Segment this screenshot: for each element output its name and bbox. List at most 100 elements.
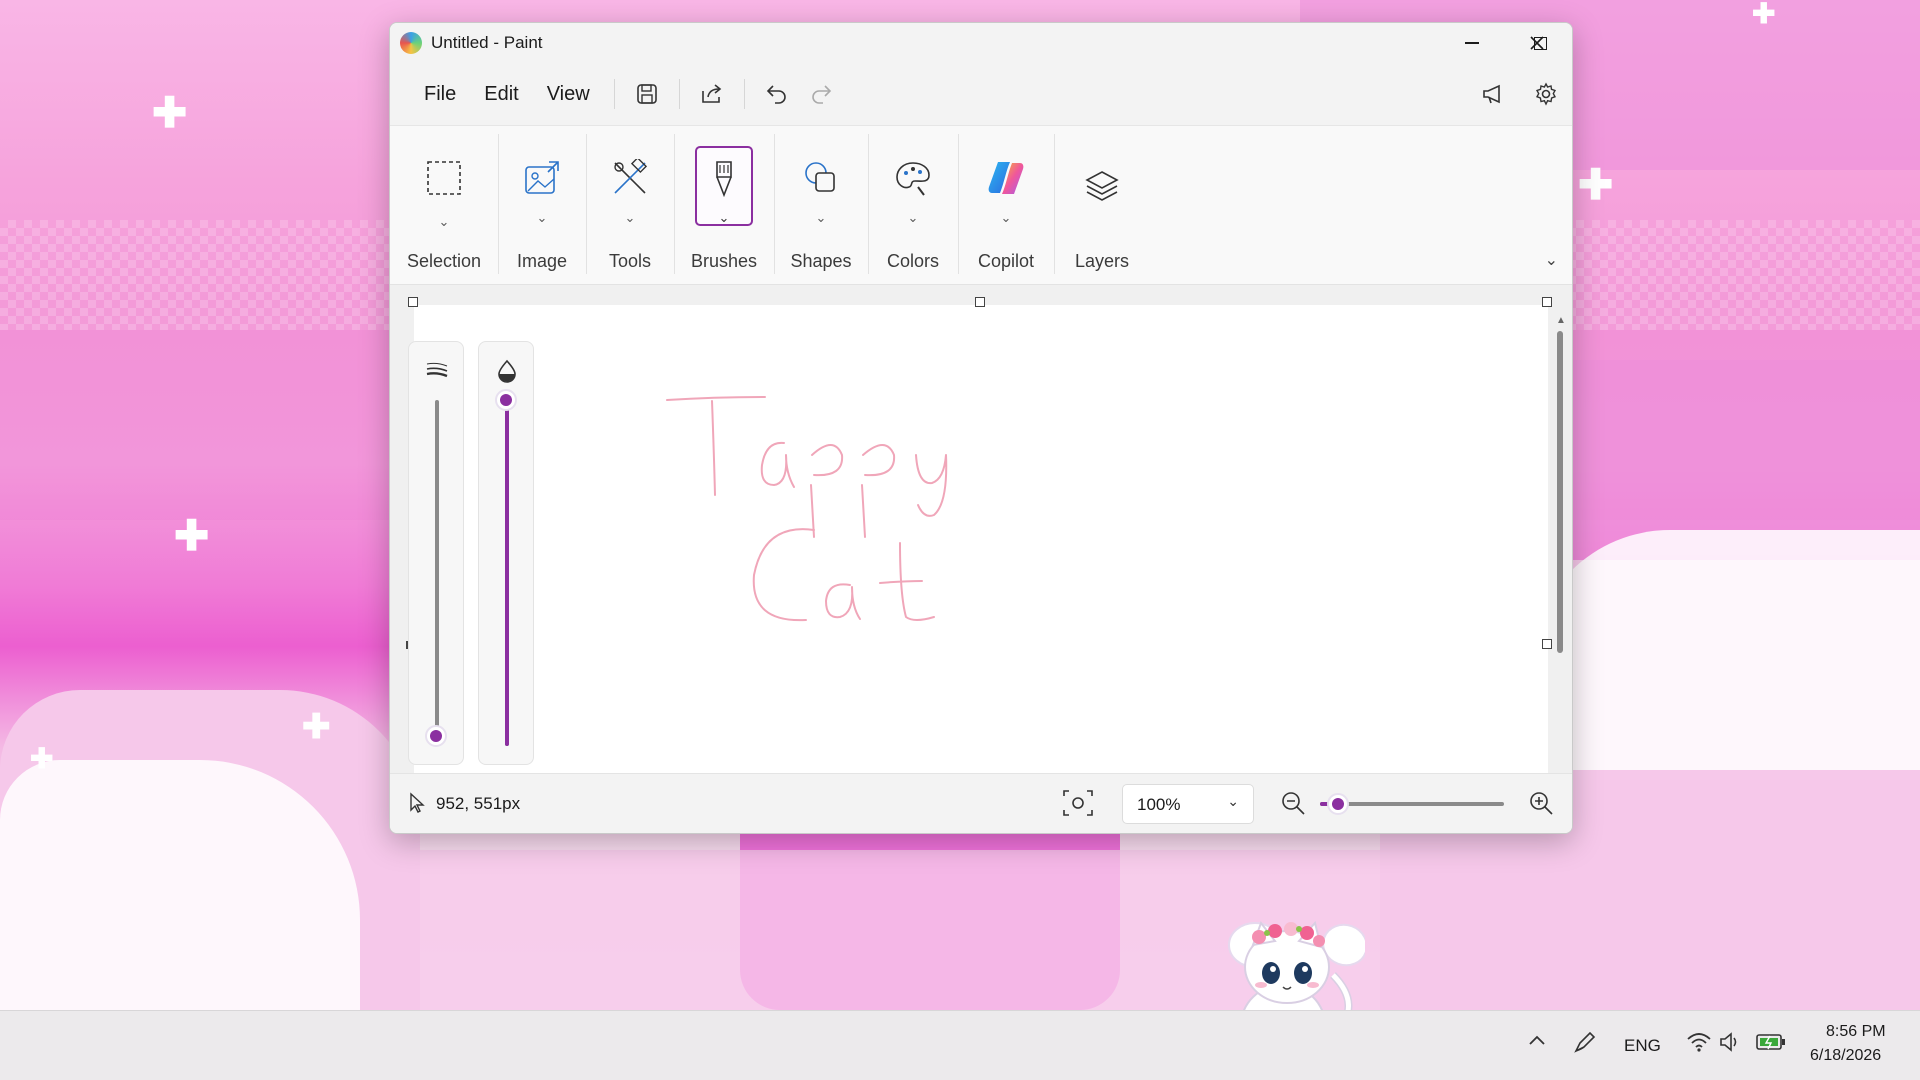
- canvas-resize-handle[interactable]: [1542, 297, 1552, 307]
- canvas-resize-handle[interactable]: [1542, 639, 1552, 649]
- ribbon-collapse-button[interactable]: ⌄: [1545, 250, 1558, 270]
- minimize-button[interactable]: [1438, 23, 1506, 63]
- save-button[interactable]: [625, 74, 669, 114]
- chevron-down-icon: ⌄: [1227, 793, 1239, 809]
- title-bar[interactable]: Untitled - Paint: [390, 23, 1572, 63]
- ribbon-group-copilot[interactable]: ⌄ Copilot: [958, 126, 1054, 286]
- scrollbar-thumb[interactable]: [1557, 331, 1563, 653]
- menu-bar: File Edit View: [390, 63, 1572, 125]
- vertical-scrollbar[interactable]: ▲ ▼: [1554, 315, 1566, 795]
- redo-button[interactable]: [799, 74, 843, 114]
- feedback-button[interactable]: [1472, 74, 1516, 114]
- brush-size-slider-panel: [408, 341, 464, 765]
- ribbon-group-selection[interactable]: ⌄ Selection: [390, 126, 498, 286]
- scroll-up-icon[interactable]: ▲: [1556, 315, 1566, 326]
- shapes-icon: [797, 154, 845, 202]
- ribbon-group-image[interactable]: ⌄ Image: [498, 126, 586, 286]
- chevron-down-icon: ⌄: [718, 210, 730, 225]
- brush-size-thumb[interactable]: [425, 724, 447, 747]
- ribbon-group-brushes[interactable]: ⌄ Brushes: [674, 126, 774, 286]
- canvas-workspace: [390, 285, 1572, 779]
- paint-app-icon: [400, 32, 422, 54]
- ribbon-group-layers[interactable]: Layers: [1054, 126, 1150, 286]
- chevron-down-icon: ⌄: [438, 214, 450, 229]
- opacity-icon: [495, 358, 519, 389]
- opacity-slider-panel: [478, 341, 534, 765]
- close-icon: [1530, 36, 1544, 50]
- ribbon-label: Colors: [886, 251, 939, 271]
- chevron-down-icon: ⌄: [1544, 252, 1558, 269]
- menu-view[interactable]: View: [533, 75, 604, 114]
- sparkle-icon: ✚: [302, 708, 331, 746]
- megaphone-icon: [1483, 84, 1500, 104]
- brush-size-track[interactable]: [435, 400, 439, 746]
- cursor-position: 952, 551px: [436, 794, 521, 813]
- window-title: Untitled - Paint: [431, 33, 543, 52]
- canvas-resize-handle[interactable]: [975, 297, 985, 307]
- opacity-thumb[interactable]: [495, 389, 517, 411]
- sparkle-icon: ✚: [1752, 0, 1776, 29]
- tools-icon: [606, 154, 654, 202]
- menu-separator: [743, 79, 745, 109]
- undo-button[interactable]: [755, 74, 799, 114]
- zoom-out-button[interactable]: [1280, 790, 1306, 821]
- zoom-out-icon: [1282, 792, 1305, 815]
- selection-icon: [420, 154, 468, 202]
- sparkle-icon: ✚: [174, 512, 210, 559]
- zoom-slider-thumb[interactable]: [1327, 793, 1350, 815]
- menu-file[interactable]: File: [410, 75, 470, 114]
- close-button[interactable]: [1502, 23, 1572, 63]
- sparkle-icon: ✚: [30, 743, 54, 774]
- settings-button[interactable]: [1524, 74, 1568, 114]
- chevron-down-icon: ⌄: [624, 210, 636, 225]
- stroke-size-icon: [425, 360, 449, 385]
- redo-icon: [811, 85, 831, 104]
- chevron-up-icon: [1529, 1035, 1545, 1045]
- share-button[interactable]: [690, 74, 734, 114]
- chevron-down-icon: ⌄: [536, 210, 548, 225]
- opacity-fill: [505, 400, 509, 746]
- copilot-icon: [982, 154, 1030, 202]
- brush-icon: [700, 154, 748, 202]
- ribbon-label: Copilot: [977, 251, 1035, 271]
- ribbon-group-tools[interactable]: ⌄ Tools: [586, 126, 674, 286]
- ribbon-label: Tools: [608, 251, 652, 271]
- paint-window: Untitled - Paint File Edit View ⌄ Select…: [389, 22, 1573, 834]
- ribbon-toolbar: ⌄ Selection ⌄ Image ⌄ Tools ⌄ Brushes ⌄ …: [390, 125, 1572, 285]
- status-bar: 952, 551px 100% ⌄: [390, 773, 1572, 833]
- ribbon-label: Selection: [406, 251, 482, 271]
- undo-icon: [766, 85, 786, 104]
- save-icon: [636, 84, 657, 104]
- zoom-level-dropdown[interactable]: 100% ⌄: [1122, 784, 1254, 824]
- language-indicator[interactable]: ENG: [1624, 1036, 1661, 1056]
- pen-icon: [1574, 1031, 1596, 1053]
- pen-menu-button[interactable]: [1572, 1029, 1598, 1060]
- cursor-icon: [408, 792, 426, 819]
- drawing-canvas[interactable]: [414, 305, 1548, 779]
- gear-icon: [1535, 82, 1557, 106]
- ribbon-group-colors[interactable]: ⌄ Colors: [868, 126, 958, 286]
- zoom-in-icon: [1530, 792, 1553, 815]
- wifi-icon[interactable]: [1686, 1031, 1712, 1058]
- canvas-resize-handle[interactable]: [408, 297, 418, 307]
- sparkle-icon: ✚: [1578, 161, 1614, 208]
- battery-icon[interactable]: [1756, 1033, 1786, 1056]
- menu-separator: [678, 79, 680, 109]
- show-hidden-icons-button[interactable]: [1528, 1033, 1546, 1052]
- clock-time[interactable]: 8:56 PM: [1826, 1023, 1886, 1041]
- clock-date[interactable]: 6/18/2026: [1810, 1047, 1881, 1065]
- wallpaper-cloud: [1530, 530, 1920, 770]
- fit-to-window-button[interactable]: [1062, 788, 1094, 823]
- ribbon-group-shapes[interactable]: ⌄ Shapes: [774, 126, 868, 286]
- image-icon: [518, 154, 566, 202]
- ribbon-label: Layers: [1074, 251, 1130, 271]
- taskbar: ENG 8:56 PM 6/18/2026: [0, 1010, 1920, 1080]
- ribbon-label: Brushes: [690, 251, 758, 271]
- menu-separator: [613, 79, 615, 109]
- chevron-down-icon: ⌄: [907, 210, 919, 225]
- volume-icon[interactable]: [1718, 1031, 1744, 1058]
- palette-icon: [889, 154, 937, 202]
- menu-edit[interactable]: Edit: [470, 75, 532, 114]
- chevron-down-icon: ⌄: [1000, 210, 1012, 225]
- zoom-in-button[interactable]: [1528, 790, 1554, 821]
